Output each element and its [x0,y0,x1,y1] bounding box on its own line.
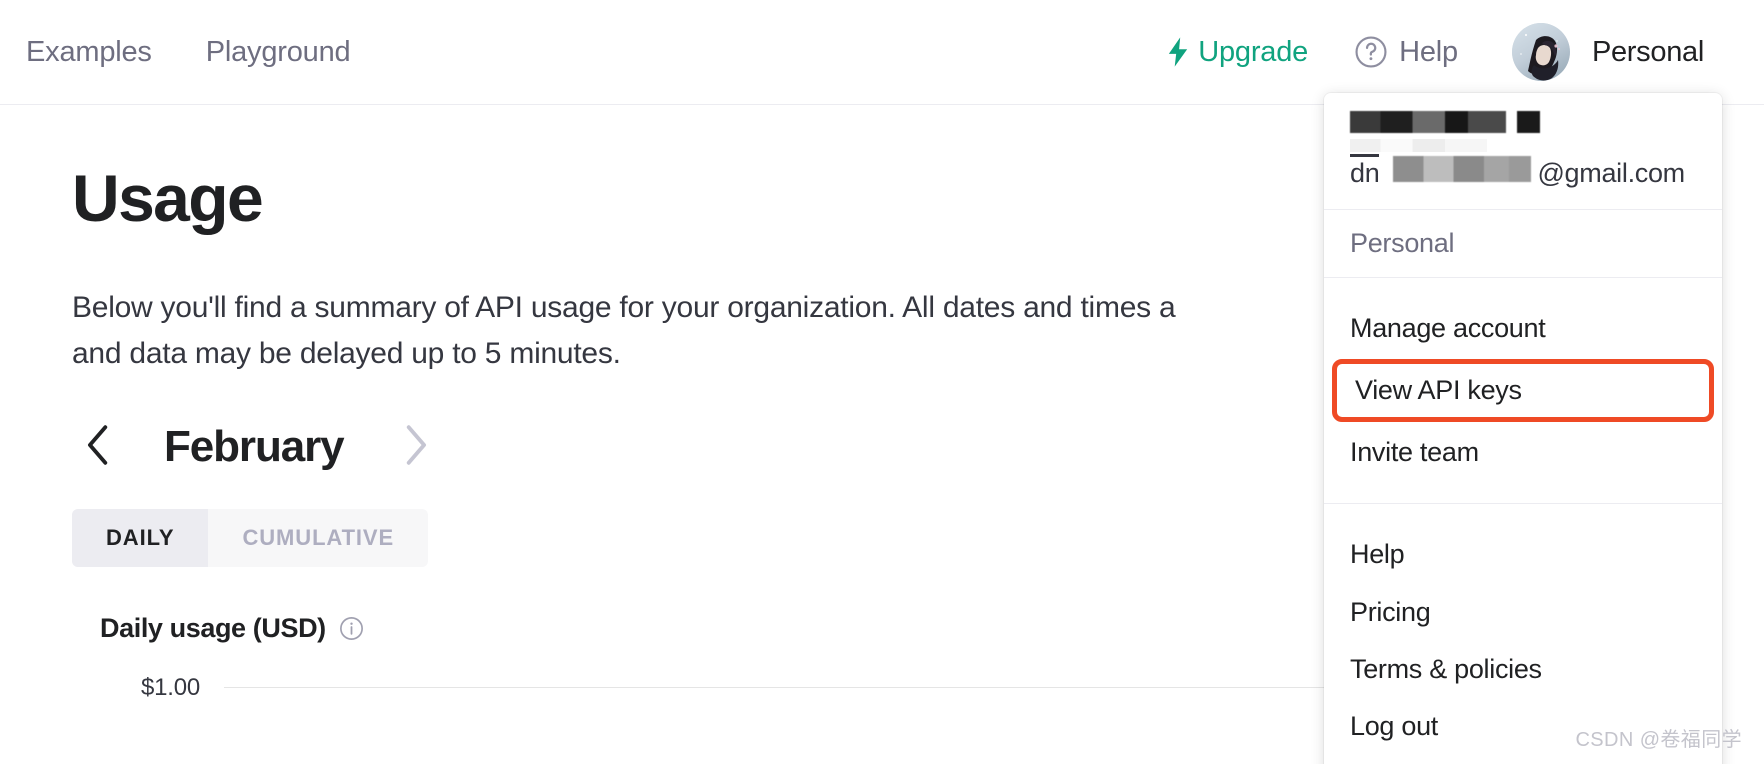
menu-item-invite-team[interactable]: Invite team [1324,424,1722,481]
header-actions: Upgrade Help Personal [1157,19,1710,85]
primary-nav: Examples Playground [18,32,358,73]
chevron-left-icon [85,424,111,469]
account-dropdown-menu: dn @gmail.com Personal Manage account Vi… [1324,93,1722,764]
nav-link-examples[interactable]: Examples [18,32,160,73]
question-circle-icon [1354,35,1388,69]
prev-month-button[interactable] [72,421,124,473]
tab-cumulative[interactable]: CUMULATIVE [208,509,428,567]
user-avatar [1511,23,1570,81]
help-button[interactable]: Help [1344,29,1468,75]
account-email-redacted [1393,156,1532,182]
account-email: dn @gmail.com [1350,154,1696,189]
dropdown-identity: dn @gmail.com [1324,93,1722,209]
account-email-suffix: @gmail.com [1537,158,1685,188]
lightning-bolt-icon [1167,37,1189,67]
account-name-redacted-fade [1350,139,1540,152]
upgrade-label: Upgrade [1198,35,1309,68]
account-menu-button[interactable]: Personal [1506,19,1710,85]
current-month-label: February [164,421,345,471]
chevron-right-icon [403,424,429,469]
page-description-line-1: Below you'll find a summary of API usage… [72,291,1176,324]
page-description: Below you'll find a summary of API usage… [72,285,1252,377]
info-circle-icon[interactable] [339,616,364,641]
csdn-watermark: CSDN @卷福同学 [1575,729,1742,751]
page-root: Examples Playground Upgrade Help Persona… [0,0,1764,764]
menu-item-manage-account[interactable]: Manage account [1324,300,1722,357]
tab-daily[interactable]: DAILY [72,508,209,567]
next-month-button[interactable] [390,421,442,473]
menu-item-pricing[interactable]: Pricing [1324,584,1722,641]
account-email-prefix: dn [1350,154,1380,188]
account-name-redacted [1350,111,1540,133]
account-name-label: Personal [1591,35,1704,68]
upgrade-button[interactable]: Upgrade [1157,30,1318,75]
page-description-line-2: and data may be delayed up to 5 minutes. [72,336,621,370]
dropdown-org-label[interactable]: Personal [1324,210,1722,277]
dropdown-group-account: Manage account View API keys Invite team [1324,278,1722,503]
menu-item-terms-policies[interactable]: Terms & policies [1324,641,1722,698]
top-header: Examples Playground Upgrade Help Persona… [0,0,1764,105]
usage-view-tabs: DAILY CUMULATIVE [72,508,429,567]
nav-link-playground[interactable]: Playground [198,32,359,73]
menu-item-view-api-keys[interactable]: View API keys [1332,359,1714,423]
chart-ytick-label: $1.00 [140,673,200,701]
chart-title-label: Daily usage (USD) [100,612,326,643]
help-label: Help [1399,35,1458,68]
menu-item-help[interactable]: Help [1324,526,1722,583]
